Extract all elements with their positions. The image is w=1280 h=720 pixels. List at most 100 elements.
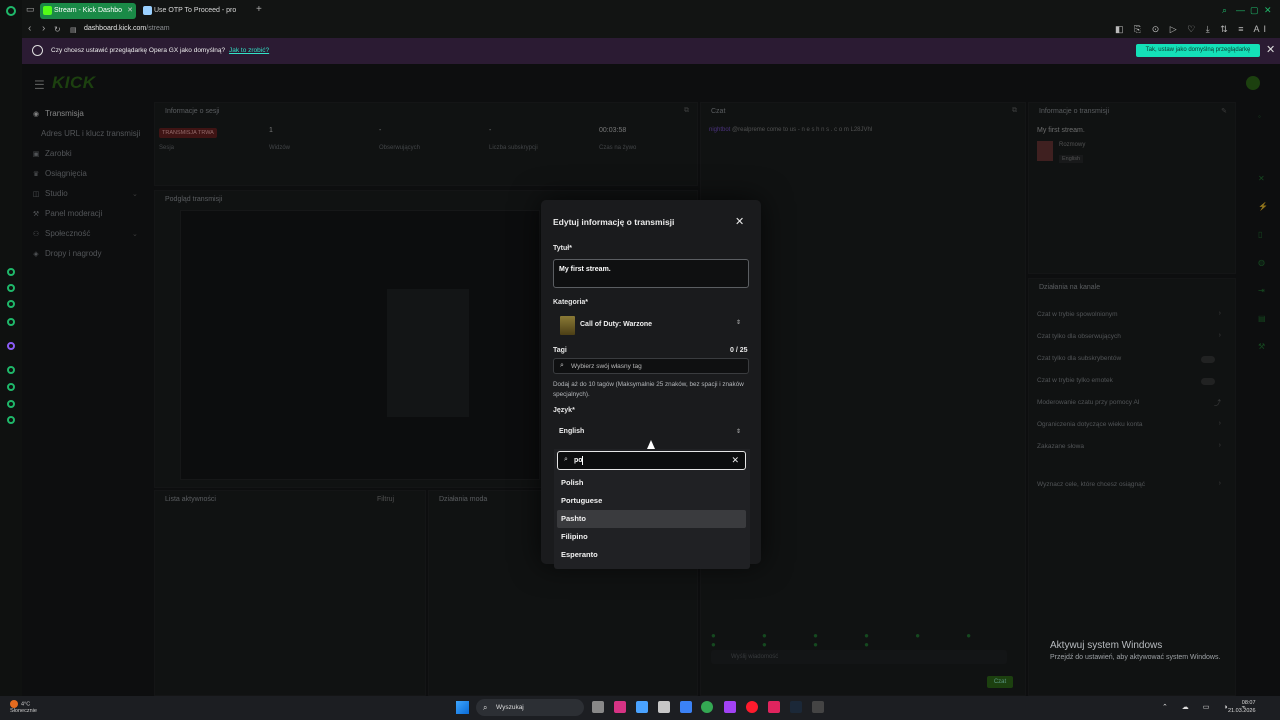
tab-otp[interactable]: Use OTP To Proceed - pro [140, 3, 252, 19]
sidebar-app-icon[interactable] [7, 300, 15, 308]
chat-emote-bar[interactable]: ● ● ● ● ● ● ● ● ● ● [711, 631, 1025, 649]
stream-preview-video[interactable] [180, 210, 540, 480]
settings-icon[interactable] [7, 416, 15, 424]
maximize-icon[interactable]: ▢ [1250, 5, 1259, 16]
app-icon[interactable] [812, 701, 824, 713]
weather-widget[interactable]: 4°C Słonecznie [10, 700, 37, 715]
sidebar-app-icon[interactable] [7, 318, 15, 326]
right-rail-icon[interactable]: ▯ [1258, 230, 1262, 239]
emote-only-toggle[interactable] [1201, 378, 1215, 385]
chat-send-button[interactable]: Czat [987, 676, 1013, 688]
language-option[interactable]: Pashto [557, 510, 746, 528]
external-link-icon[interactable]: ⤴ [1214, 398, 1221, 408]
sidebar-item-stream-key[interactable]: Adres URL i klucz transmisji [41, 129, 140, 138]
sidebar-item-studio[interactable]: ◫ Studio [32, 189, 68, 198]
url-field[interactable]: dashboard.kick.com/stream [84, 25, 170, 32]
taskbar-search[interactable]: ⌕ Wyszukaj [476, 699, 584, 716]
action-account-age[interactable]: Ograniczenia dotyczące wieku konta [1037, 421, 1143, 428]
sidebar-app-icon[interactable] [7, 268, 15, 276]
reload-icon[interactable]: ↻ [54, 25, 61, 34]
stream-title-input[interactable]: My first stream. [553, 259, 749, 288]
app-icon[interactable] [724, 701, 736, 713]
language-select[interactable]: English ⇕ [553, 422, 749, 441]
sidebar-item-zarobki[interactable]: ▣ Zarobki [32, 149, 72, 158]
avatar[interactable] [1246, 76, 1260, 90]
right-rail-icon[interactable]: ⚒ [1258, 342, 1265, 351]
set-default-button[interactable]: Tak, ustaw jako domyślną przeglądarkę [1136, 44, 1260, 57]
close-window-icon[interactable]: ✕ [1264, 5, 1272, 16]
chrome-icon[interactable] [701, 701, 713, 713]
close-icon[interactable]: ✕ [735, 215, 744, 228]
chevron-right-icon[interactable]: › [1219, 442, 1221, 449]
right-rail-icon[interactable]: ◍ [1258, 258, 1265, 267]
menu-icon[interactable]: ☰ [34, 78, 45, 92]
explorer-icon[interactable] [658, 701, 670, 713]
sidebar-item-osiagniecia[interactable]: ♛ Osiągnięcia [32, 169, 87, 178]
kick-logo[interactable]: KICK [52, 73, 96, 93]
task-view-icon[interactable] [592, 701, 604, 713]
category-select[interactable]: Call of Duty: Warzone ⇕ [553, 313, 749, 338]
edit-icon[interactable]: ✎ [1221, 107, 1227, 115]
tab-menu-icon[interactable]: ▭ [26, 4, 35, 15]
close-icon[interactable]: ✕ [127, 3, 133, 19]
minimize-icon[interactable]: — [1236, 5, 1245, 15]
language-option[interactable]: Filipino [557, 528, 746, 546]
chevron-down-icon[interactable]: ⌄ [132, 190, 138, 198]
store-icon[interactable] [680, 701, 692, 713]
language-option[interactable]: Polish [557, 474, 746, 492]
popout-icon[interactable]: ⧉ [684, 107, 689, 115]
new-tab-icon[interactable]: + [256, 4, 262, 15]
sidebar-item-drops[interactable]: ◈ Dropy i nagrody [32, 249, 101, 258]
action-banned-words[interactable]: Zakazane słowa [1037, 443, 1084, 450]
clear-icon[interactable]: ✕ [731, 455, 739, 466]
right-rail-icon[interactable]: ◦ [1258, 112, 1261, 121]
history-icon[interactable] [7, 383, 15, 391]
sidebar-item-moderation[interactable]: ⚒ Panel moderacji [32, 209, 103, 218]
chat-input[interactable]: Wyślij wiadomość [711, 650, 1007, 664]
widgets-icon[interactable] [636, 701, 648, 713]
action-followers-only[interactable]: Czat tylko dla obserwujących [1037, 333, 1121, 340]
tab-kick-dashboard[interactable]: Stream - Kick Dashbo ✕ [40, 3, 136, 19]
sidebar-app-icon[interactable] [7, 284, 15, 292]
app-icon[interactable] [768, 701, 780, 713]
taskbar-clock[interactable]: 08:07 21.03.2026 [1228, 699, 1256, 715]
action-emote-only[interactable]: Czat w trybie tylko emotek [1037, 377, 1113, 384]
language-option[interactable]: Esperanto [557, 546, 746, 564]
close-icon[interactable]: ✕ [1266, 43, 1275, 56]
chevron-right-icon[interactable]: › [1219, 480, 1221, 487]
mouse-cursor-icon [647, 440, 655, 449]
action-ai-moderation[interactable]: Moderowanie czatu przy pomocy AI [1037, 399, 1140, 406]
opera-logo-icon[interactable] [6, 6, 16, 16]
opera-icon[interactable] [746, 701, 758, 713]
action-subscribers-only[interactable]: Czat tylko dla subskrybentów [1037, 355, 1121, 362]
language-option[interactable]: Portuguese [557, 492, 746, 510]
sidebar-item-community[interactable]: ⚇ Społeczność [32, 229, 91, 238]
chevron-right-icon[interactable]: › [1219, 420, 1221, 427]
address-bar-actions[interactable]: ◧ ⎘ ⊙ ▷ ♡ ⤓ ⇅ ≡ AI [1115, 24, 1270, 35]
back-icon[interactable]: ‹ [28, 23, 31, 34]
sidebar-app-icon[interactable] [7, 366, 15, 374]
search-icon[interactable]: ⌕ [1222, 5, 1227, 16]
steam-icon[interactable] [790, 701, 802, 713]
popout-icon[interactable]: ⧉ [1012, 107, 1017, 115]
chevron-right-icon[interactable]: › [1219, 310, 1221, 317]
sidebar-app-icon[interactable] [7, 400, 15, 408]
how-to-link[interactable]: Jak to zrobić? [229, 47, 269, 54]
right-rail-icon[interactable]: ⚡ [1258, 202, 1268, 211]
chevron-down-icon[interactable]: ⌄ [132, 230, 138, 238]
forward-icon[interactable]: › [42, 23, 45, 34]
subscribers-only-toggle[interactable] [1201, 356, 1215, 363]
action-slow-mode[interactable]: Czat w trybie spowolnionym [1037, 311, 1118, 318]
action-goals[interactable]: Wyznacz cele, które chcesz osiągnąć [1037, 481, 1145, 488]
chevron-right-icon[interactable]: › [1219, 332, 1221, 339]
windows-start-icon[interactable] [456, 701, 469, 714]
right-rail-icon[interactable]: ▤ [1258, 314, 1266, 323]
filter-button[interactable]: Filtruj [377, 496, 394, 503]
right-rail-icon[interactable]: ⇥ [1258, 286, 1265, 295]
twitch-icon[interactable] [7, 342, 15, 350]
sidebar-item-transmisja[interactable]: ◉ Transmisja [32, 109, 84, 118]
right-rail-icon[interactable]: ✕ [1258, 174, 1265, 183]
copilot-icon[interactable] [614, 701, 626, 713]
tags-input[interactable]: ⌕ Wybierz swój własny tag [553, 358, 749, 374]
language-search-input[interactable]: ⌕ po ✕ [557, 451, 746, 470]
